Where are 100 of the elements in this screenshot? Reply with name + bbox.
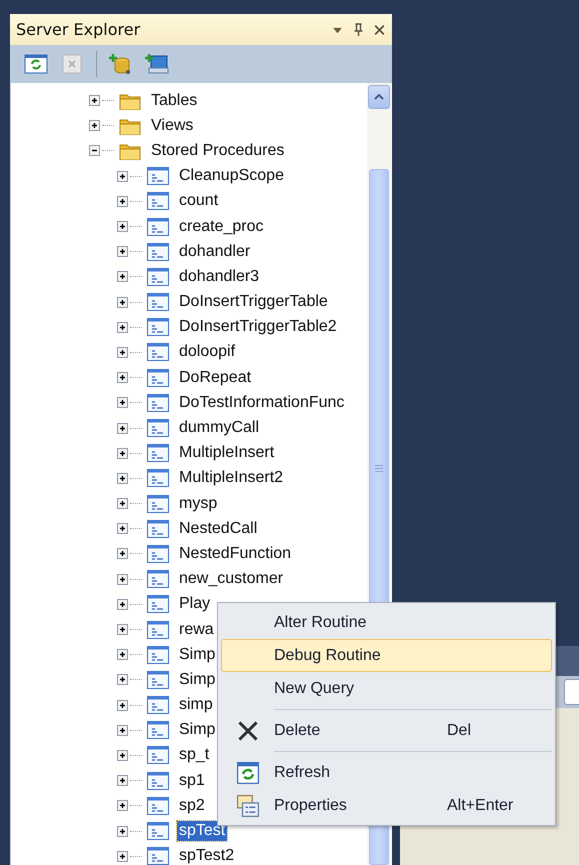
expand-icon[interactable] (117, 246, 128, 258)
folder-icon (119, 92, 141, 110)
stored-procedure-icon (147, 242, 169, 261)
tree-item[interactable]: sp_t (177, 745, 212, 766)
input-field[interactable] (564, 679, 579, 705)
close-icon[interactable] (373, 22, 386, 36)
tree-item[interactable]: Views (149, 116, 196, 136)
tree-item[interactable]: Play (177, 594, 212, 614)
tree-item[interactable]: Simp (177, 670, 218, 690)
tree-item[interactable]: spTest (177, 821, 228, 842)
expand-icon[interactable] (117, 397, 128, 408)
expand-icon[interactable] (117, 649, 128, 660)
tree-item[interactable]: create_proc (177, 216, 266, 237)
expand-icon[interactable] (117, 422, 128, 434)
stored-procedure-icon (147, 570, 169, 588)
stored-procedure-icon (147, 394, 169, 412)
tree-item[interactable]: Simp (177, 720, 218, 740)
expand-icon[interactable] (117, 775, 128, 786)
expand-icon[interactable] (117, 196, 128, 207)
expand-icon[interactable] (117, 624, 128, 636)
database-plus-icon[interactable] (109, 53, 133, 75)
expand-icon[interactable] (117, 271, 128, 282)
expand-icon[interactable] (117, 598, 128, 610)
expand-icon[interactable] (117, 700, 128, 711)
tree-item[interactable]: DoRepeat (177, 368, 254, 388)
tree-item[interactable]: count (177, 191, 220, 212)
expand-icon[interactable] (117, 523, 128, 534)
tree-item[interactable]: Stored Procedures (149, 140, 286, 161)
stored-procedure-icon (147, 419, 169, 438)
expand-icon[interactable] (117, 296, 128, 308)
expand-icon[interactable] (117, 750, 128, 761)
tree-item[interactable]: dohandler (177, 242, 252, 262)
menu-item[interactable]: Properties Alt+Enter (221, 789, 552, 822)
tree-item[interactable]: dummyCall (177, 418, 262, 438)
tree-item[interactable]: DoInsertTriggerTable2 (177, 317, 339, 338)
tree-item[interactable]: Simp (177, 644, 218, 665)
tree-item[interactable]: MultipleInsert2 (177, 468, 286, 488)
stored-procedure-icon (147, 721, 169, 740)
stored-procedure-icon (147, 318, 169, 336)
menu-item[interactable]: Delete Del (221, 714, 552, 747)
stored-procedure-icon (147, 268, 169, 286)
menu-item[interactable]: Alter Routine (221, 606, 552, 639)
stored-procedure-icon (147, 620, 169, 639)
stored-procedure-icon (147, 218, 169, 236)
expand-icon[interactable] (117, 800, 128, 812)
tree-item[interactable]: DoInsertTriggerTable (177, 292, 330, 312)
tree-item[interactable]: simp (177, 695, 215, 716)
expand-icon[interactable] (117, 170, 128, 182)
tree-item[interactable]: doloopif (177, 342, 238, 362)
tree-item[interactable]: new_customer (177, 569, 286, 590)
tree-item[interactable]: dohandler3 (177, 266, 262, 287)
expand-icon[interactable] (89, 95, 100, 106)
stored-procedure-icon (147, 293, 169, 312)
tree-item[interactable]: MultipleInsert (177, 443, 276, 464)
stored-procedure-icon (147, 520, 169, 538)
tree-item[interactable]: sp1 (177, 770, 207, 791)
stored-procedure-icon (147, 192, 169, 210)
stored-procedure-icon (147, 670, 169, 689)
server-plus-icon[interactable] (145, 53, 169, 75)
folder-icon (119, 116, 141, 135)
expand-icon[interactable] (117, 674, 128, 686)
stored-procedure-icon (147, 746, 169, 764)
expand-icon[interactable] (117, 826, 128, 837)
stored-procedure-icon (147, 796, 169, 815)
expand-icon[interactable] (117, 574, 128, 585)
chevron-up-icon (374, 94, 384, 100)
scroll-up-button[interactable] (368, 85, 390, 109)
tree-item[interactable]: CleanupScope (177, 166, 286, 186)
tree-item[interactable]: NestedCall (177, 518, 260, 539)
stored-procedure-icon (147, 646, 169, 664)
menu-item[interactable]: New Query (221, 672, 552, 705)
stored-procedure-icon (147, 696, 169, 714)
expand-icon[interactable] (117, 322, 128, 333)
expand-icon[interactable] (117, 548, 128, 560)
expand-icon[interactable] (117, 448, 128, 459)
collapse-icon[interactable] (89, 145, 100, 156)
menu-item[interactable]: Refresh (221, 756, 552, 789)
menu-item[interactable]: Debug Routine (221, 639, 552, 672)
tree-item[interactable]: NestedFunction (177, 544, 294, 564)
expand-icon[interactable] (117, 472, 128, 484)
tree-item[interactable]: spTest2 (177, 846, 236, 865)
expand-icon[interactable] (117, 850, 128, 862)
expand-icon[interactable] (117, 724, 128, 736)
tree-item[interactable]: DoTestInformationFunc (177, 392, 346, 413)
expand-icon[interactable] (117, 346, 128, 358)
stored-procedure-icon (147, 343, 169, 362)
expand-icon[interactable] (117, 372, 128, 384)
tree-item[interactable]: mysp (177, 494, 220, 514)
stored-procedure-icon (147, 469, 169, 488)
tree-item[interactable]: rewa (177, 620, 216, 640)
tree-item[interactable]: sp2 (177, 796, 207, 816)
pin-icon[interactable] (352, 22, 365, 36)
expand-icon[interactable] (117, 221, 128, 232)
panel-title: Server Explorer (16, 20, 140, 39)
tree-item[interactable]: Tables (149, 90, 200, 111)
stored-procedure-icon (147, 772, 169, 790)
expand-icon[interactable] (89, 120, 100, 132)
stored-procedure-icon (147, 444, 169, 462)
refresh-icon[interactable] (24, 53, 48, 75)
expand-icon[interactable] (117, 498, 128, 510)
